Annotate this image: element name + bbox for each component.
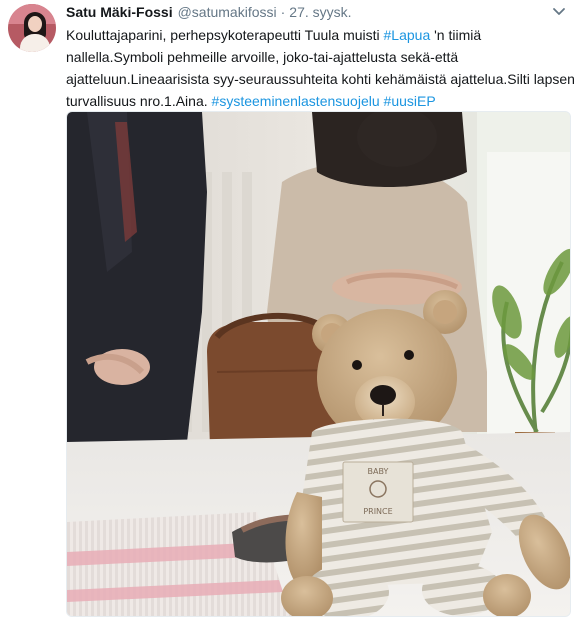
hashtag-systeeminenlastensuojelu[interactable]: #systeeminenlastensuojelu [212, 93, 380, 109]
tweet-text: Kouluttajaparini, perhepsykoterapeutti T… [66, 24, 575, 112]
chevron-down-icon[interactable] [552, 6, 566, 18]
shirt-print-top: BABY [368, 467, 389, 476]
author-handle[interactable]: @satumakifossi [178, 4, 277, 20]
tweet-text-line: nallella.Symboli pehmeille arvoille, jok… [66, 49, 459, 65]
author-name[interactable]: Satu Mäki-Fossi [66, 4, 173, 20]
hashtag-lapua[interactable]: #Lapua [384, 27, 431, 43]
separator-dot: · [280, 4, 286, 20]
tweet-text-line: Kouluttajaparini, perhepsykoterapeutti T… [66, 27, 482, 43]
tweet-text-line: ajatteluun.Lineaarisista syy-seuraussuht… [66, 71, 575, 87]
tweet-card[interactable]: Satu Mäki-Fossi @satumakifossi · 27. syy… [0, 0, 577, 622]
tweet-text-line: turvallisuus nro.1.Aina. #systeeminenlas… [66, 93, 436, 109]
shirt-print-bottom: PRINCE [363, 507, 392, 516]
avatar[interactable] [8, 4, 56, 52]
hashtag-uusiep[interactable]: #uusiEP [384, 93, 436, 109]
tweet-photo[interactable]: BABY PRINCE [66, 111, 571, 617]
teddy-bear-photo: BABY PRINCE [67, 112, 570, 616]
tweet-header: Satu Mäki-Fossi @satumakifossi · 27. syy… [66, 4, 352, 22]
tweet-timestamp[interactable]: 27. syysk. [289, 4, 351, 20]
